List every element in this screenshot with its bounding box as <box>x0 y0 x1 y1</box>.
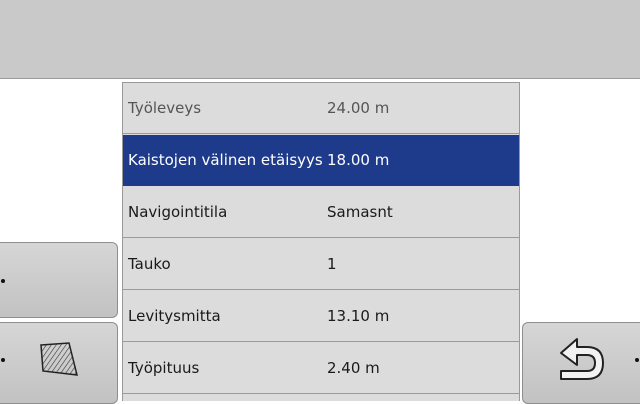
field-boundary-button[interactable] <box>0 322 118 404</box>
setting-label: Navigointitila <box>128 203 228 221</box>
setting-value: 1 <box>327 255 337 273</box>
back-arrow-icon <box>557 337 607 383</box>
setting-value: 24.00 m <box>327 99 390 117</box>
setting-row-spread-width[interactable]: Levitysmitta 13.10 m <box>123 291 519 342</box>
setting-row-working-width[interactable]: Työleveys 24.00 m <box>123 83 519 134</box>
back-button[interactable] <box>522 322 640 404</box>
setting-row-pause[interactable]: Tauko 1 <box>123 239 519 290</box>
setting-value: Samasnt <box>327 203 393 221</box>
setting-value: 2.40 m <box>327 359 380 377</box>
setting-label: Levitysmitta <box>128 307 221 325</box>
setting-label: Tauko <box>128 255 171 273</box>
button-indicator-dot <box>1 358 5 362</box>
button-indicator-dot <box>635 358 639 362</box>
settings-list: Työleveys 24.00 m Kaistojen välinen etäi… <box>122 82 520 401</box>
setting-value: 13.10 m <box>327 307 390 325</box>
top-bar <box>0 0 640 79</box>
setting-row-navigation-mode[interactable]: Navigointitila Samasnt <box>123 187 519 238</box>
setting-row-lane-distance[interactable]: Kaistojen välinen etäisyys 18.00 m <box>123 135 519 186</box>
setting-label: Kaistojen välinen etäisyys <box>128 151 323 169</box>
setting-label: Työleveys <box>128 99 202 117</box>
button-indicator-dot <box>1 279 5 283</box>
setting-row-working-length[interactable]: Työpituus 2.40 m <box>123 343 519 394</box>
setting-label: Työpituus <box>128 359 200 377</box>
setting-value: 18.00 m <box>327 151 390 169</box>
field-boundary-icon <box>39 341 79 381</box>
left-top-button[interactable] <box>0 242 118 318</box>
